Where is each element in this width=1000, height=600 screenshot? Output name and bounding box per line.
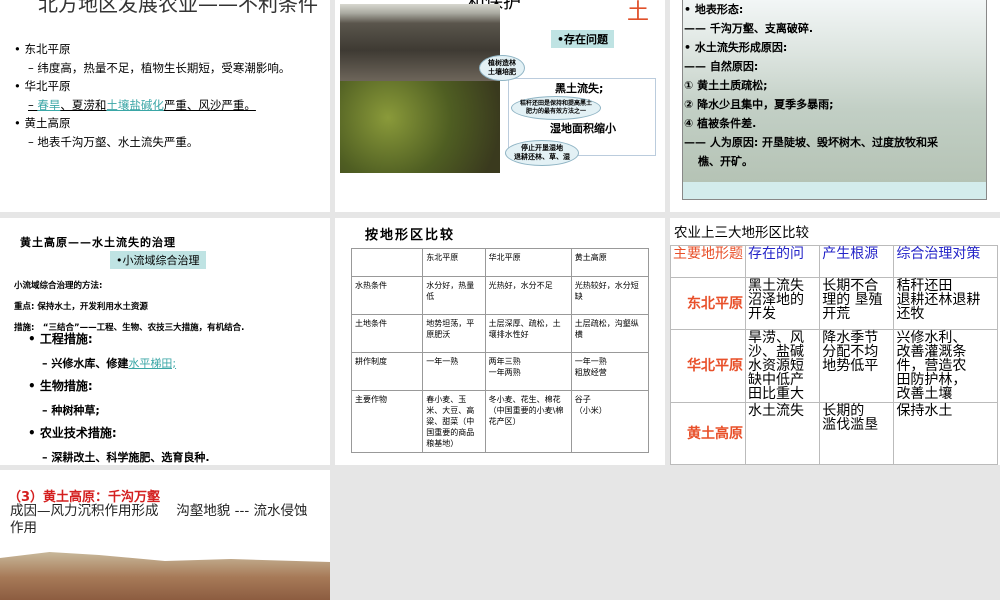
table-cell: 冬小麦、花生、棉花（中国重要的小麦\棉花产区）: [484, 390, 572, 453]
table-cell: 水分好，热量低: [422, 276, 486, 315]
table-cell: 降水季节 分配不均 地势低平: [819, 329, 895, 403]
field-photo: [340, 4, 500, 81]
slide-title: 按地形区比较: [365, 228, 456, 243]
table-cell: 土层疏松，沟壑纵横: [570, 314, 650, 353]
tag-label: •存在问题: [551, 30, 615, 48]
slide-body: 成因—风力沉积作用形成 沟壑地貌 --- 流水侵蚀作用: [10, 503, 308, 536]
sub-bullet: – 纬度高，热量不足，植物生长期短，受寒潮影响。: [28, 60, 291, 75]
slide-title: 农业上三大地形区比较: [674, 225, 809, 241]
bullet-list: • 工程措施: – 兴修水库、修建水平梯田; • 生物措施: – 种树种草; •…: [28, 332, 210, 464]
table-cell: [350, 248, 424, 277]
table-row: 土地条件 地势坦荡，平原肥沃 土层深厚、疏松，土壤排水性好 土层疏松，沟壑纵横: [350, 314, 650, 353]
table-cell: 东北平原: [422, 248, 486, 277]
table-cell: 黄土高原: [670, 402, 746, 465]
table-cell: 光热较好，水分短缺: [570, 276, 650, 315]
footer-band: [682, 182, 986, 200]
table-cell: 水土流失: [744, 402, 821, 465]
table-cell: 保持水土: [893, 402, 998, 465]
bullet: • 东北平原: [14, 42, 71, 56]
table-header-row: 主要地形题 存在的问 产生根源 综合治理对策: [670, 245, 998, 278]
table-cell: 华北平原: [670, 329, 746, 403]
slide-thumbnail-1[interactable]: 北方地区发展农业——不利条件 • 东北平原 – 纬度高，热量不足，植物生长期短，…: [0, 0, 330, 212]
table-cell: 土层深厚、疏松，土壤排水性好: [484, 314, 572, 353]
bullet: • 黄土高原: [14, 116, 71, 130]
table-cell: 黑土流失 沼泽地的 开发: [744, 277, 821, 330]
table-cell: 耕作制度: [350, 352, 424, 391]
slide-title-accent: 土: [627, 0, 650, 25]
slide-thumbnail-4[interactable]: 黄土高原——水土流失的治理 •小流域综合治理 小流域综合治理的方法: 重点: 保持…: [0, 218, 330, 465]
link-text[interactable]: 水平梯田;: [128, 357, 176, 370]
slide-title: 黄土高原——水土流失的治理: [20, 236, 176, 249]
table-cell: 主要作物: [350, 390, 424, 453]
table-header-cell: 产生根源: [819, 245, 895, 278]
sub-bullet: – 地表千沟万壑、水土流失严重。: [28, 134, 199, 149]
table-cell: 长期不合 理的 垦殖 开荒: [819, 277, 895, 330]
table-cell: 春小麦、玉米、大豆、高粱、甜菜（中国重要的商品粮基地）: [422, 390, 486, 453]
callout-cloud: 植树造林 土壤培肥: [479, 55, 525, 81]
problem-text: 黑土流失;: [555, 82, 604, 95]
table-cell: 两年三熟 一年两熟: [484, 352, 572, 391]
table-cell: 一年一熟: [422, 352, 486, 391]
table-cell: 兴修水利、 改善灌溉条 件，营造农 田防护林， 改善土壤: [893, 329, 998, 403]
link-text[interactable]: 春旱: [37, 98, 60, 112]
border: [986, 0, 987, 200]
table-header-cell: 主要地形题: [670, 245, 746, 278]
wetland-photo: [340, 81, 500, 173]
table-cell: 东北平原: [670, 277, 746, 330]
slide-title: 北方地区发展农业——不利条件: [38, 0, 318, 16]
table-cell: 旱涝、风 沙、盐碱 水资源短 缺中低产 田比重大: [744, 329, 821, 403]
table-cell: 一年一熟 粗放经营: [570, 352, 650, 391]
table-cell: 土地条件: [350, 314, 424, 353]
table-row: 黄土高原 水土流失 长期的 滥伐滥垦 保持水土: [670, 402, 998, 465]
comparison-table: 东北平原 华北平原 黄土高原 水热条件 水分好，热量低 光热好，水分不足 光热较好，水分短缺…: [350, 248, 650, 453]
table-row: 主要作物 春小麦、玉米、大豆、高粱、甜菜（中国重要的商品粮基地） 冬小麦、花生、棉花…: [350, 390, 650, 453]
table-cell: 谷子 （小米）: [570, 390, 650, 453]
loess-photo: [0, 552, 330, 600]
table-cell: 长期的 滥伐滥垦: [819, 402, 895, 465]
callout-cloud: 秸秆还田是保持和提高黑土 肥力的最有效方法之一: [511, 96, 602, 120]
problem-text: 湿地面积缩小: [550, 122, 616, 135]
table-row: 华北平原 旱涝、风 沙、盐碱 水资源短 缺中低产 田比重大 降水季节 分配不均 地势…: [670, 329, 998, 403]
table-header-cell: 综合治理对策: [893, 245, 998, 278]
table-row: 耕作制度 一年一熟 两年三熟 一年两熟 一年一熟 粗放经营: [350, 352, 650, 391]
slide-thumbnail-7[interactable]: （3）黄土高原：千沟万壑 成因—风力沉积作用形成 沟壑地貌 --- 流水侵蚀作用: [0, 470, 330, 600]
table-header-cell: 存在的问: [744, 245, 821, 278]
table-row: 东北平原 黑土流失 沼泽地的 开发 长期不合 理的 垦殖 开荒 秸秆还田 退耕还林退耕…: [670, 277, 998, 330]
table-cell: 秸秆还田 退耕还林退耕 还牧: [893, 277, 998, 330]
bullet-list: • 东北平原 – 纬度高，热量不足，植物生长期短，受寒潮影响。 • 华北平原 –…: [14, 40, 290, 151]
callout-cloud: 停止开垦湿地 退耕还林、草、湿: [505, 140, 579, 166]
slide-thumbnail-6[interactable]: 农业上三大地形区比较 主要地形题 存在的问 产生根源 综合治理对策 东北平原 黑土流失 沼…: [670, 218, 1000, 465]
table-cell: 黄土高原: [570, 248, 650, 277]
table-row: 水热条件 水分好，热量低 光热好，水分不足 光热较好，水分短缺: [350, 276, 650, 315]
bullet: • 华北平原: [14, 79, 71, 93]
sub-bullet: – 春旱、夏涝和土壤盐碱化严重、风沙严重。: [28, 97, 256, 112]
tag-label: •小流域综合治理: [110, 251, 206, 269]
table-row: 东北平原 华北平原 黄土高原: [350, 248, 650, 277]
slide-thumbnail-5[interactable]: 按地形区比较 东北平原 华北平原 黄土高原 水热条件 水分好，热量低 光热好，水分不足 光热…: [335, 218, 665, 465]
slide-thumbnail-3[interactable]: • 地表形态: —— 千沟万壑、支离破碎. • 水土流失形成原因: —— 自然原因: ①…: [670, 0, 1000, 212]
link-text[interactable]: 土壤盐碱化: [106, 98, 164, 112]
border: [682, 0, 683, 200]
table-cell: 华北平原: [484, 248, 572, 277]
table-cell: 水热条件: [350, 276, 424, 315]
comparison-table: 主要地形题 存在的问 产生根源 综合治理对策 东北平原 黑土流失 沼泽地的 开发 长期不合 …: [670, 245, 998, 465]
table-cell: 地势坦荡，平原肥沃: [422, 314, 486, 353]
slide-thumbnail-2[interactable]: 和保护 土 •存在问题 植树造林 土壤培肥 黑土流失; 秸秆还田是保持和提高黑土…: [335, 0, 665, 212]
text-block: • 地表形态: —— 千沟万壑、支离破碎. • 水土流失形成原因: —— 自然原因: ①…: [684, 3, 939, 168]
table-cell: 光热好，水分不足: [484, 276, 572, 315]
